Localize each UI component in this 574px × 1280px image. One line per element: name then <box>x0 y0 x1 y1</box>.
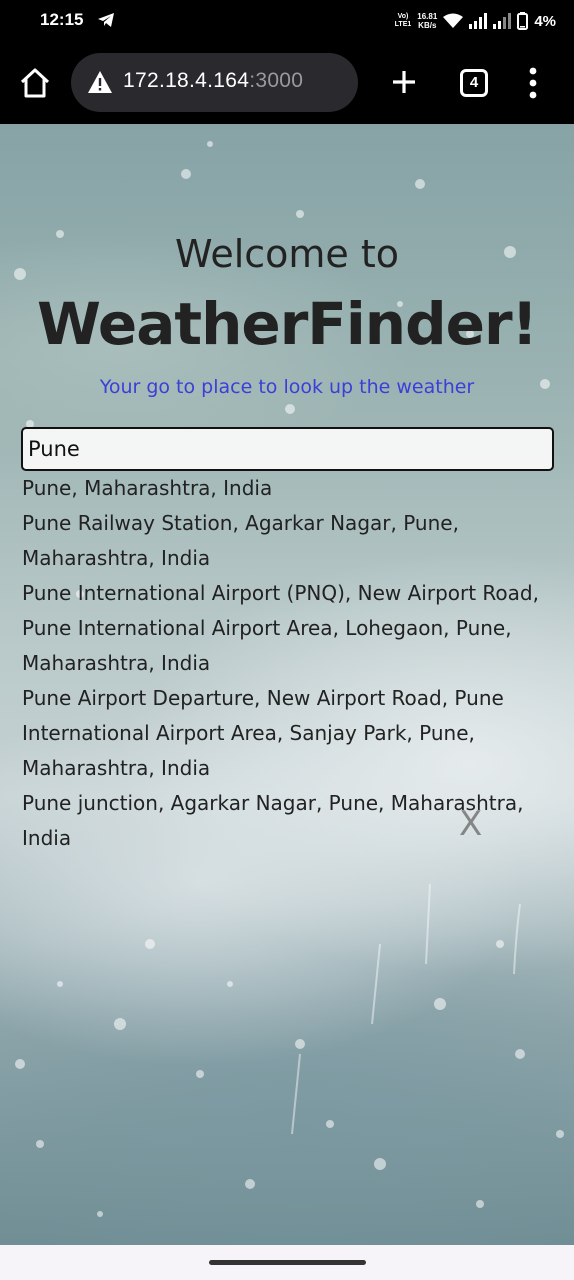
url-text[interactable]: 172.18.4.164:3000 <box>123 69 303 93</box>
address-bar[interactable]: 172.18.4.164:3000 <box>71 53 358 112</box>
suggestion-item[interactable]: Pune Airport Departure, New Airport Road… <box>22 681 542 786</box>
plus-icon[interactable] <box>390 68 418 96</box>
location-search-input[interactable] <box>21 427 554 471</box>
more-vert-icon[interactable] <box>526 67 540 99</box>
suggestion-item[interactable]: Pune, Maharashtra, India <box>22 471 542 506</box>
status-indicators: Vo) LTE1 16.81 KB/s 4% <box>395 8 556 34</box>
tagline: Your go to place to look up the weather <box>99 376 475 398</box>
status-time: 12:15 <box>40 10 84 29</box>
signal-icon-1 <box>469 13 488 29</box>
suggestion-item[interactable]: Pune International Airport (PNQ), New Ai… <box>22 576 542 681</box>
app-title: WeatherFinder! <box>36 290 538 358</box>
battery-percent: 4% <box>534 12 556 30</box>
telegram-icon <box>98 13 114 27</box>
signal-icon-2 <box>493 13 512 29</box>
battery-icon <box>517 12 529 30</box>
status-bar: 12:15 Vo) LTE1 16.81 KB/s 4% <box>0 0 574 42</box>
gesture-nav-bar <box>0 1245 574 1280</box>
welcome-heading: Welcome to <box>174 232 400 276</box>
warning-icon[interactable] <box>87 70 113 94</box>
page-content: Welcome to WeatherFinder! Your go to pla… <box>0 124 574 1245</box>
suggestion-list: Pune, Maharashtra, India Pune Railway St… <box>22 471 542 856</box>
wifi-icon <box>443 13 464 28</box>
home-icon[interactable] <box>18 66 52 100</box>
tabs-icon[interactable]: 4 <box>460 69 488 97</box>
suggestion-item[interactable]: Pune Railway Station, Agarkar Nagar, Pun… <box>22 506 542 576</box>
network-speed: 16.81 KB/s <box>417 12 438 30</box>
clear-search-button[interactable]: X <box>459 804 482 844</box>
home-indicator[interactable] <box>209 1260 366 1265</box>
browser-toolbar: 172.18.4.164:3000 4 <box>0 42 574 124</box>
volte-indicator: Vo) LTE1 <box>394 13 412 28</box>
